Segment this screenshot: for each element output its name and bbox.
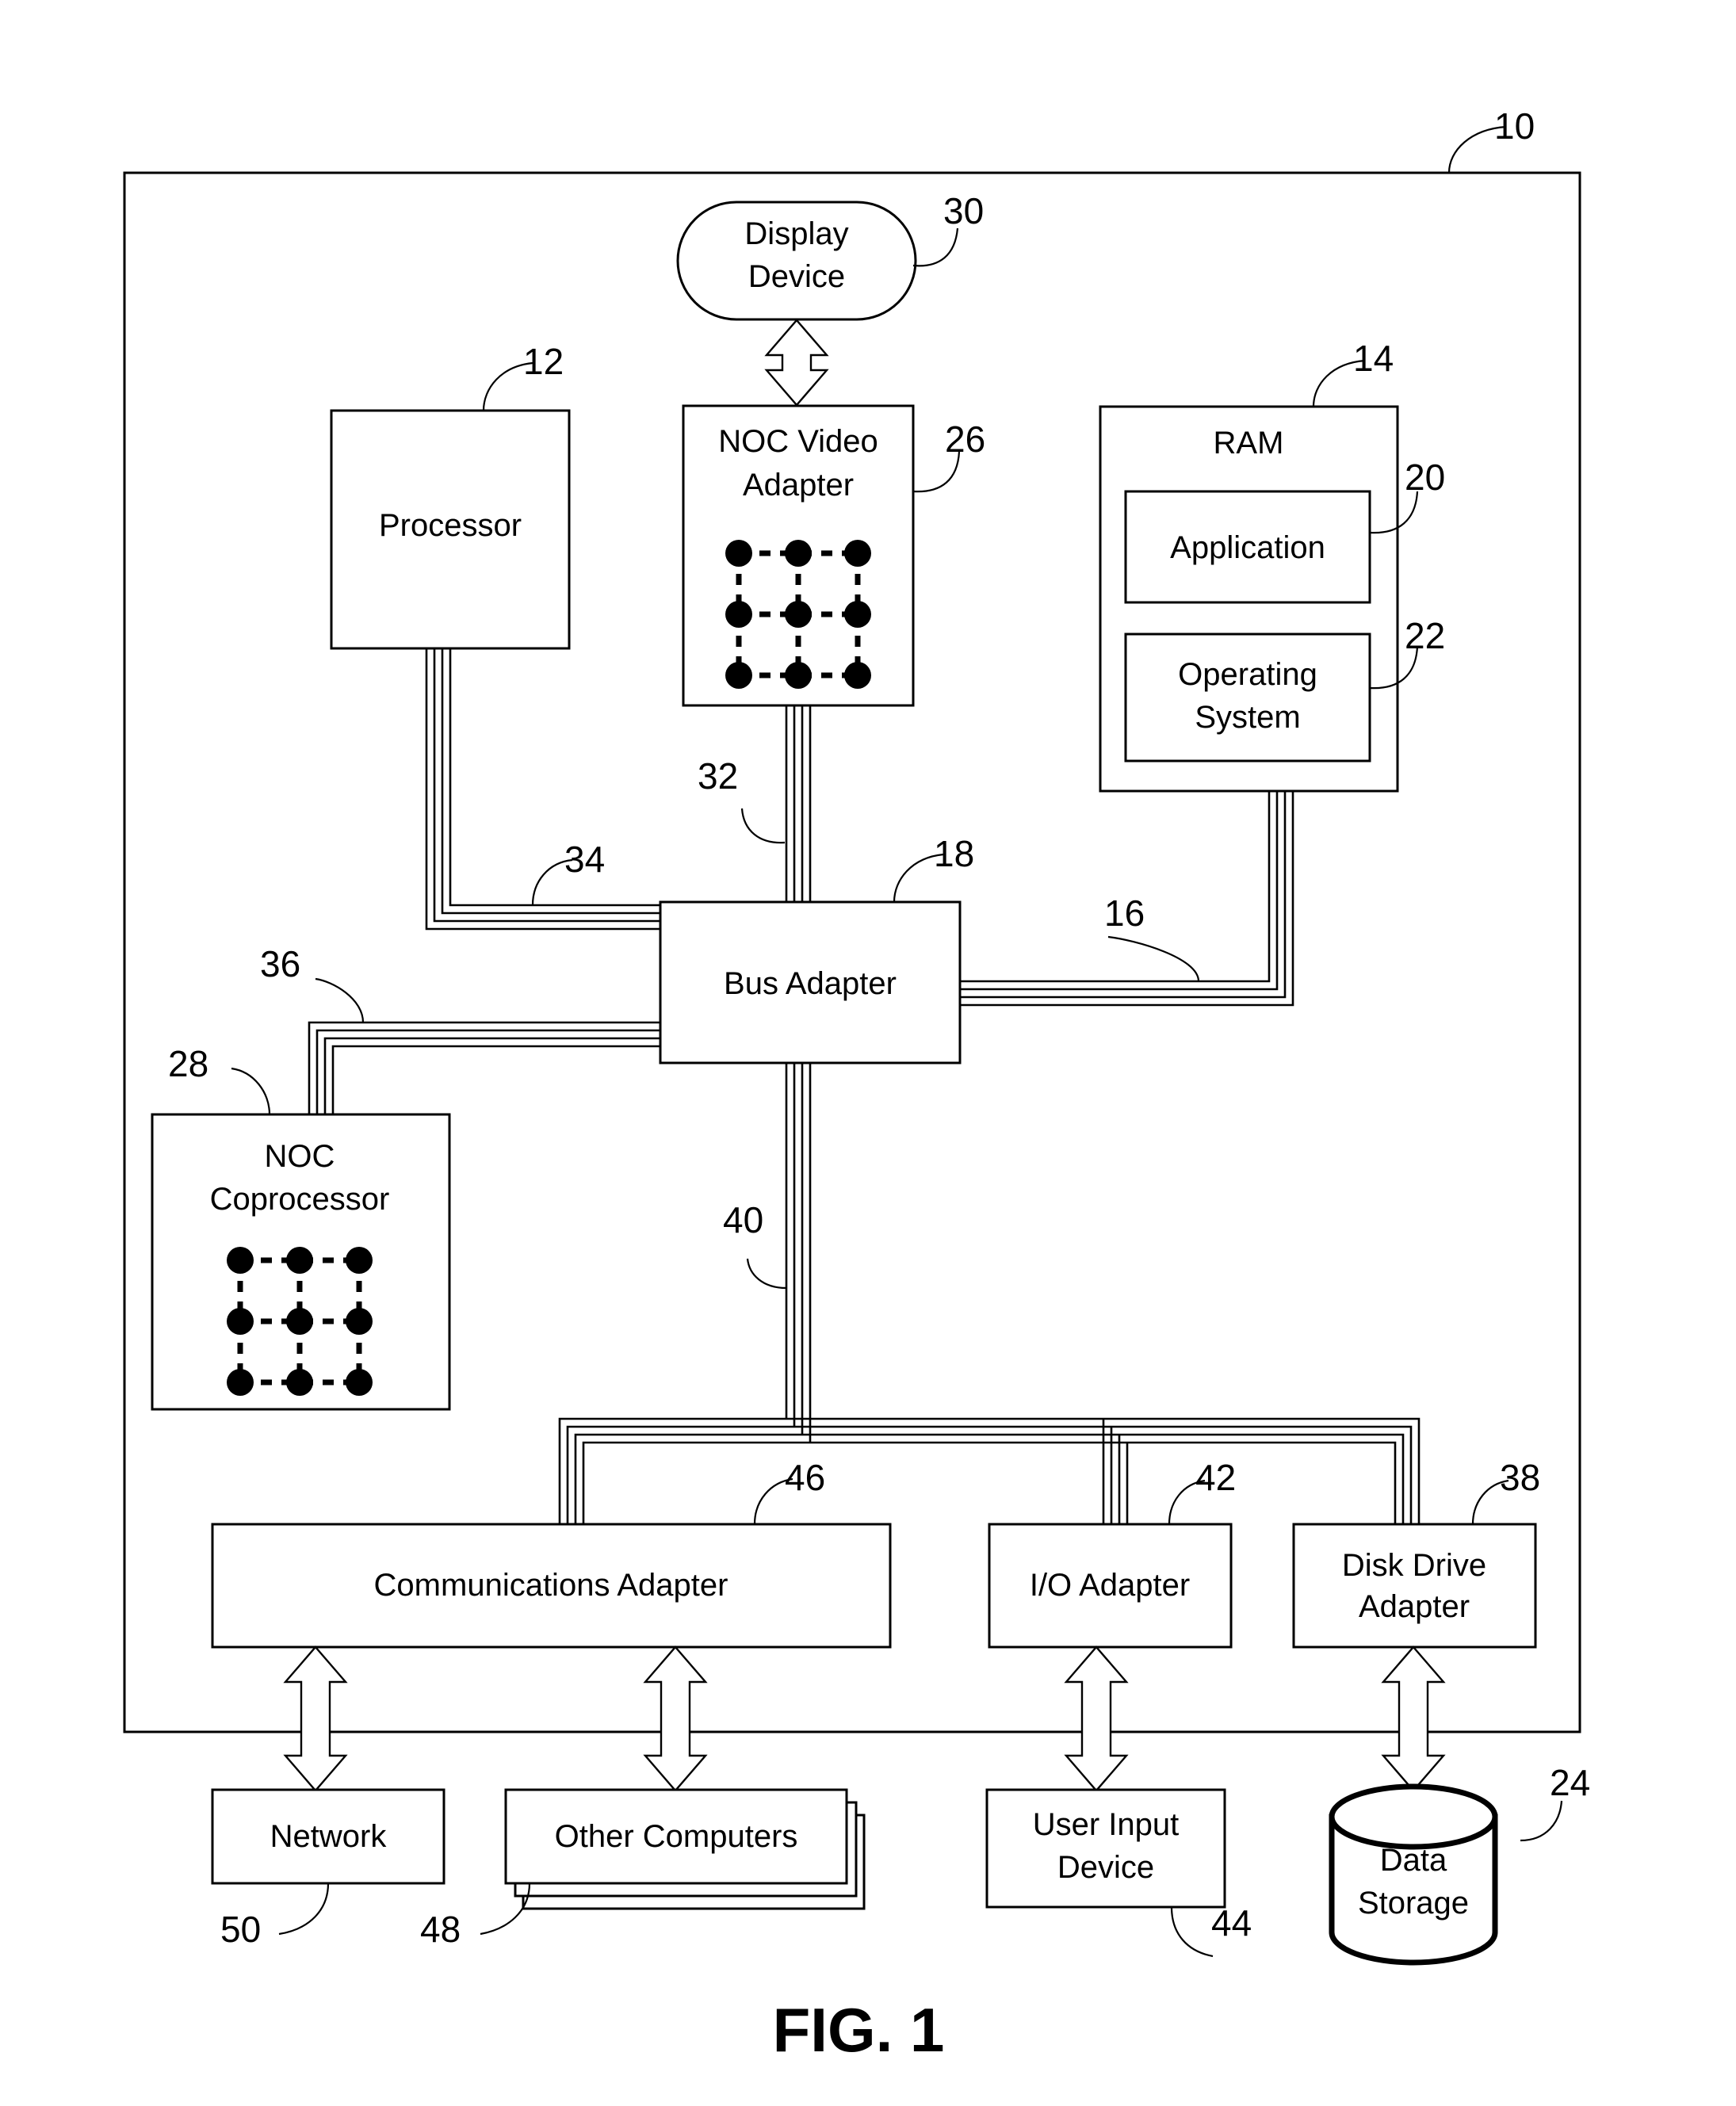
noc-video-mesh-icon (725, 540, 871, 689)
noc-coprocessor-label-line1: NOC (265, 1139, 335, 1174)
ref-number-38: 38 (1500, 1457, 1540, 1498)
noc-coprocessor-mesh-icon (227, 1247, 373, 1396)
ref-number-50: 50 (220, 1909, 261, 1950)
ref-number-40: 40 (723, 1199, 763, 1240)
user-input-device-label-line2: Device (1057, 1850, 1154, 1885)
ram-label: RAM (1214, 426, 1284, 461)
disk-drive-adapter-label-line2: Adapter (1359, 1589, 1470, 1624)
ref-number-36: 36 (260, 943, 300, 984)
user-input-device-label-line1: User Input (1033, 1807, 1180, 1842)
ref-number-20: 20 (1405, 457, 1445, 498)
ref-number-14: 14 (1353, 338, 1394, 379)
ref-number-26: 26 (945, 419, 985, 460)
leader-line-24 (1520, 1800, 1563, 1842)
noc-video-adapter-label-line2: Adapter (743, 468, 854, 503)
disk-drive-adapter-label-line1: Disk Drive (1342, 1548, 1486, 1583)
processor-label: Processor (379, 508, 522, 543)
ref-number-22: 22 (1405, 615, 1445, 656)
ref-number-42: 42 (1195, 1457, 1236, 1498)
display-device-label-line1: Display (744, 216, 848, 251)
ref-number-16: 16 (1104, 892, 1145, 934)
ref-number-48: 48 (420, 1909, 461, 1950)
operating-system-label-line1: Operating (1178, 657, 1317, 692)
leader-line-50 (278, 1882, 330, 1936)
disk-drive-adapter-block (1292, 1523, 1537, 1649)
ref-number-18: 18 (934, 833, 974, 874)
operating-system-block (1124, 633, 1371, 763)
figure-1-diagram: 10 Display Device 30 NOC Video Adapter 2… (123, 105, 1590, 2065)
ref-number-46: 46 (785, 1457, 825, 1498)
network-label: Network (270, 1819, 388, 1854)
leader-line-44 (1170, 1906, 1214, 1958)
ref-number-24: 24 (1550, 1762, 1590, 1803)
display-device-label-line2: Device (748, 259, 845, 294)
io-adapter-label: I/O Adapter (1030, 1568, 1190, 1603)
other-computers-label: Other Computers (555, 1819, 798, 1854)
noc-video-adapter-label-line1: NOC Video (718, 424, 878, 459)
figure-caption: FIG. 1 (773, 1995, 945, 2065)
ref-number-30: 30 (943, 190, 984, 231)
communications-adapter-label: Communications Adapter (374, 1568, 728, 1603)
ref-number-32: 32 (698, 755, 738, 797)
operating-system-label-line2: System (1195, 700, 1300, 735)
ref-number-12: 12 (523, 341, 564, 382)
bus-adapter-label: Bus Adapter (724, 966, 897, 1001)
data-storage-label-line1: Data (1380, 1843, 1447, 1878)
data-storage-label-line2: Storage (1358, 1886, 1469, 1921)
noc-coprocessor-label-line2: Coprocessor (210, 1182, 390, 1217)
ref-number-10: 10 (1494, 105, 1535, 147)
application-label: Application (1170, 530, 1325, 565)
ref-number-44: 44 (1211, 1902, 1252, 1944)
ref-number-28: 28 (168, 1043, 208, 1084)
ref-number-34: 34 (564, 839, 605, 880)
